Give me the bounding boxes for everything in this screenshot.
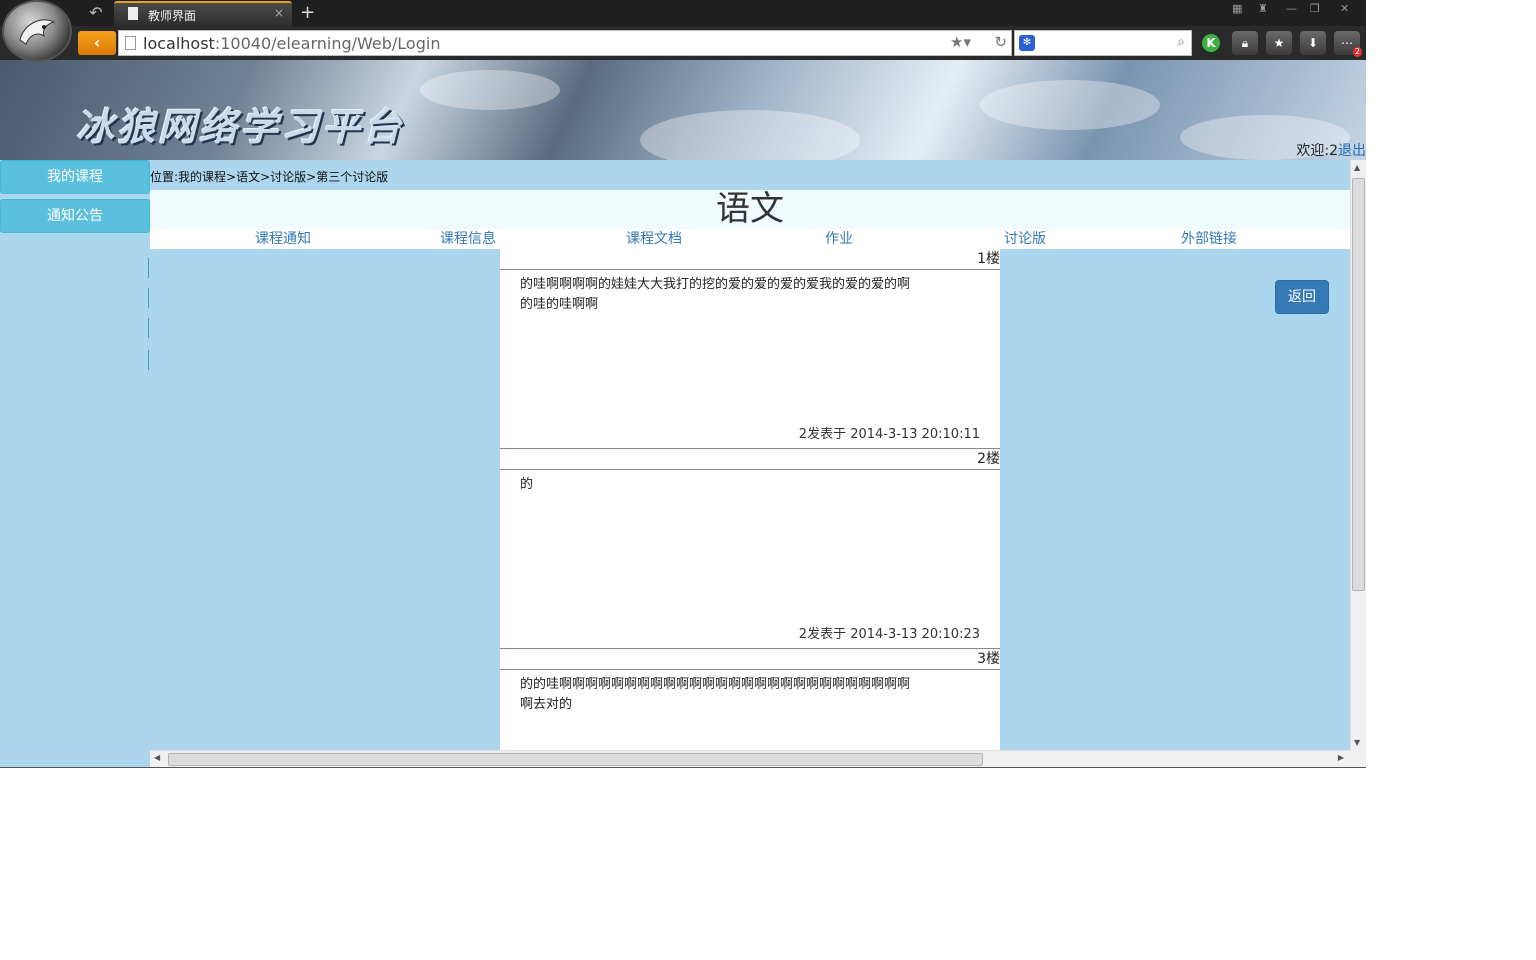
skin-icon[interactable]: ♜: [1258, 2, 1268, 15]
post-item: 1楼 的哇啊啊啊啊的娃娃大大我打的挖的爱的爱的爱的爱我的爱的爱的啊的哇的哇啊啊 …: [500, 249, 1000, 449]
post-meta: 2发表于 2014-3-13 20:10:11: [798, 427, 980, 442]
browser-logo[interactable]: [2, 0, 72, 62]
address-toolbar: ‹ localhost:10040/elearning/Web/Login ★▾…: [0, 26, 1366, 60]
tab-title: 教师界面: [148, 9, 197, 23]
divider: [500, 669, 1000, 670]
cheetah-icon: [19, 19, 56, 45]
grid-icon[interactable]: ▦: [1232, 2, 1242, 15]
scroll-left-icon[interactable]: ◀: [154, 753, 160, 762]
nav-course-notices[interactable]: 课程通知: [255, 229, 311, 249]
divider: [148, 288, 149, 308]
return-button[interactable]: 返回: [1275, 280, 1329, 314]
vertical-scrollbar[interactable]: ▲ ▼: [1350, 160, 1366, 750]
page-body: 我的课程 通知公告 位置:我的课程>语文>讨论版>第三个讨论版 语文 课程通知 …: [0, 160, 1366, 767]
divider: [500, 469, 1000, 470]
search-icon[interactable]: ⌕: [1177, 34, 1185, 50]
course-header: 语文: [150, 190, 1350, 229]
breadcrumb: 位置:我的课程>语文>讨论版>第三个讨论版: [150, 170, 389, 184]
post-item: 2楼 的 2发表于 2014-3-13 20:10:23: [500, 449, 1000, 649]
back-button[interactable]: ‹: [78, 31, 116, 55]
notification-badge: 2: [1352, 47, 1362, 57]
site-banner: 冰狼网络学习平台 欢迎:2退出: [0, 60, 1366, 160]
page-icon: [125, 36, 136, 50]
divider: [148, 258, 149, 278]
page-icon: [128, 7, 138, 20]
maximize-icon[interactable]: ❐: [1310, 2, 1320, 15]
sidebar-item-my-courses[interactable]: 我的课程: [0, 160, 150, 194]
welcome-text: 欢迎:2: [1296, 143, 1338, 159]
scroll-thumb[interactable]: [1352, 178, 1365, 591]
post-body: 的的哇啊啊啊啊啊啊啊啊啊啊啊啊啊啊啊啊啊啊啊啊啊啊啊啊啊啊啊啊去对的: [520, 677, 911, 712]
undo-close-tab-icon[interactable]: ↶: [84, 3, 108, 23]
lock-icon[interactable]: 🔒︎: [1232, 31, 1258, 55]
post-floor: 1楼: [977, 251, 1000, 267]
post-item: 3楼 的的哇啊啊啊啊啊啊啊啊啊啊啊啊啊啊啊啊啊啊啊啊啊啊啊啊啊啊啊啊去对的: [500, 649, 1000, 750]
post-body: 的哇啊啊啊啊的娃娃大大我打的挖的爱的爱的爱的爱我的爱的爱的啊的哇的哇啊啊: [520, 277, 911, 312]
nav-discussion[interactable]: 讨论版: [1004, 229, 1046, 249]
sidebar: 我的课程 通知公告: [0, 160, 150, 767]
logout-link[interactable]: 退出: [1338, 143, 1366, 159]
new-tab-button[interactable]: +: [300, 2, 315, 23]
page-title: 语文: [716, 189, 784, 229]
scroll-down-icon[interactable]: ▼: [1354, 738, 1360, 747]
sidebar-item-notices[interactable]: 通知公告: [0, 199, 150, 233]
scroll-right-icon[interactable]: ▶: [1338, 753, 1344, 762]
post-floor: 3楼: [977, 651, 1000, 667]
post-floor: 2楼: [977, 451, 1000, 467]
site-title: 冰狼网络学习平台: [76, 104, 405, 149]
bookmark-star-icon[interactable]: ★▾: [950, 33, 971, 51]
search-engine-icon[interactable]: ✻: [1019, 35, 1035, 51]
nav-course-info[interactable]: 课程信息: [440, 229, 496, 249]
browser-window: ↶ 教师界面 × + ▦ ♜ — ❐ ✕ ‹ localhost:10040/e…: [0, 0, 1536, 960]
nav-homework[interactable]: 作业: [825, 229, 853, 249]
divider: [148, 318, 149, 338]
nav-course-documents[interactable]: 课程文档: [626, 229, 682, 249]
minimize-icon[interactable]: —: [1286, 2, 1297, 15]
tab-close-icon[interactable]: ×: [274, 6, 284, 20]
scroll-thumb[interactable]: [168, 753, 983, 766]
horizontal-scrollbar[interactable]: ◀ ▶: [150, 750, 1350, 767]
divider: [0, 767, 1366, 768]
url-text: localhost:10040/elearning/Web/Login: [143, 34, 441, 53]
browser-tab-active[interactable]: 教师界面 ×: [114, 1, 292, 26]
reload-icon[interactable]: ↻: [994, 33, 1007, 51]
post-meta: 2发表于 2014-3-13 20:10:23: [798, 627, 980, 642]
menu-icon[interactable]: ⋯ 2: [1334, 31, 1362, 57]
download-icon[interactable]: ⬇: [1300, 31, 1326, 55]
nav-external-links[interactable]: 外部链接: [1181, 229, 1237, 249]
favorites-icon[interactable]: ★: [1266, 31, 1292, 55]
tab-bar: ↶ 教师界面 × + ▦ ♜ — ❐ ✕: [0, 0, 1366, 26]
course-nav: 课程通知 课程信息 课程文档 作业 讨论版 外部链接: [150, 229, 1350, 249]
divider: [148, 350, 149, 370]
divider: [500, 269, 1000, 270]
welcome-area: 欢迎:2退出: [1296, 140, 1366, 160]
post-list: 1楼 的哇啊啊啊啊的娃娃大大我打的挖的爱的爱的爱的爱我的爱的爱的啊的哇的哇啊啊 …: [500, 249, 1000, 750]
url-field[interactable]: localhost:10040/elearning/Web/Login ★▾ ↻: [118, 30, 1012, 56]
search-box[interactable]: ✻ ⌕: [1014, 30, 1192, 56]
scroll-up-icon[interactable]: ▲: [1354, 163, 1360, 172]
close-window-icon[interactable]: ✕: [1340, 2, 1349, 15]
k-extension-icon[interactable]: K: [1198, 31, 1224, 55]
post-body: 的: [520, 477, 534, 492]
main-content: 位置:我的课程>语文>讨论版>第三个讨论版 语文 课程通知 课程信息 课程文档 …: [150, 160, 1350, 750]
scroll-corner: [1350, 750, 1366, 767]
